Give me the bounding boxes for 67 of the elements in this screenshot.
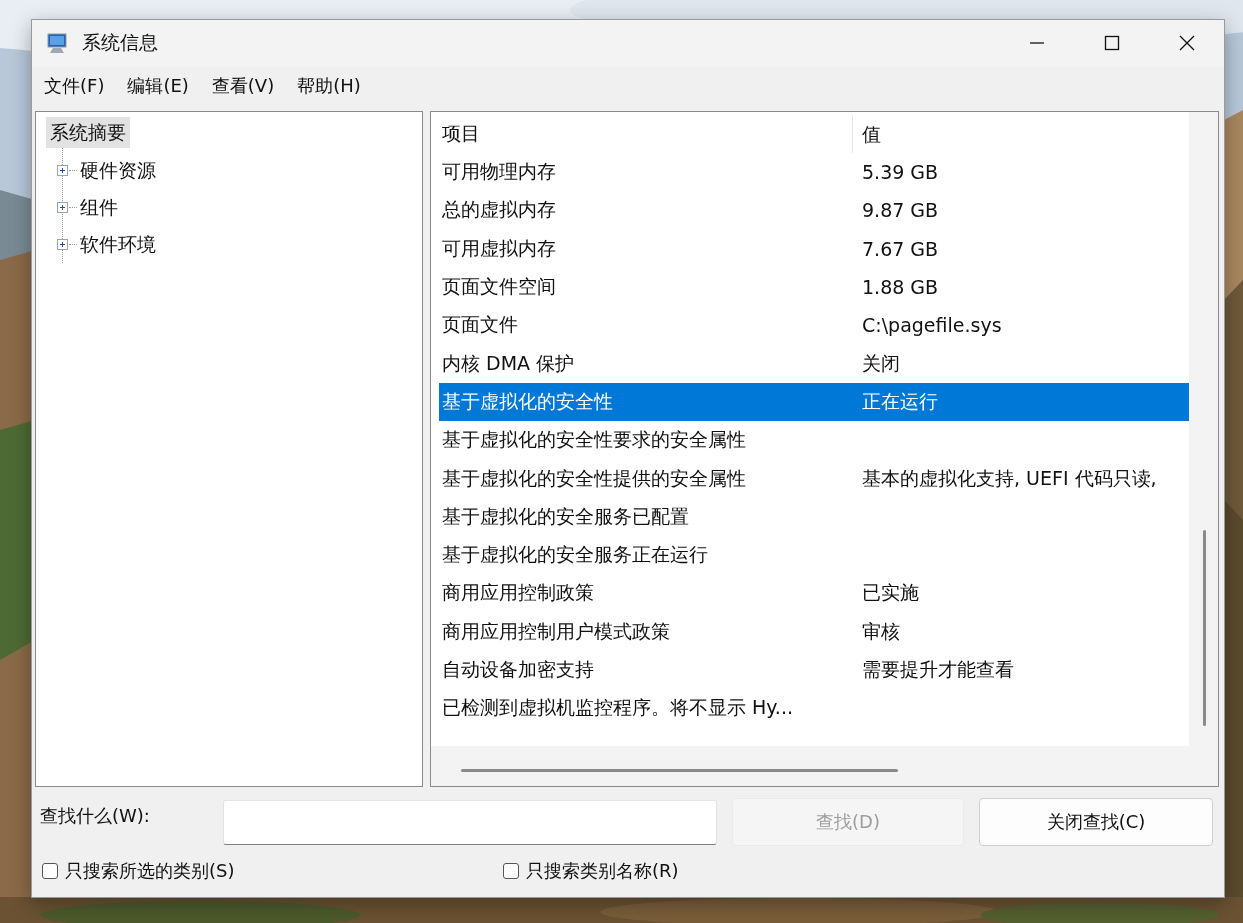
expand-icon[interactable] — [57, 165, 68, 176]
table-cell-text: 页面文件 — [441, 312, 519, 338]
table-cell-text: 基于虚拟化的安全性提供的安全属性 — [441, 465, 747, 491]
column-header[interactable]: 项目 — [439, 121, 852, 147]
table-row[interactable]: 商用应用控制用户模式政策 审核 — [439, 612, 1189, 651]
table-cell-text: 可用物理内存 — [441, 159, 557, 185]
table-row[interactable]: 基于虚拟化的安全服务已配置 — [439, 497, 1189, 536]
window-title: 系统信息 — [82, 30, 159, 55]
table-cell-text: 需要提升才能查看 — [861, 657, 1014, 682]
search-field[interactable] — [223, 799, 717, 845]
table-cell-text: 1.88 GB — [861, 276, 939, 299]
table-cell-text: 5.39 GB — [861, 161, 939, 184]
table-row[interactable]: 基于虚拟化的安全性提供的安全属性 基本的虚拟化支持, UEFI 代码只读, — [439, 459, 1189, 498]
table-cell-text: 基本的虚拟化支持, UEFI 代码只读, — [861, 465, 1157, 491]
column-header[interactable]: 值 — [852, 115, 881, 153]
scrollbar-thumb[interactable] — [1203, 530, 1206, 726]
table-cell-text: 7.67 GB — [861, 237, 939, 260]
checkbox-label[interactable]: 只搜索类别名称(R) — [526, 859, 679, 883]
table-row[interactable]: 页面文件空间 1.88 GB — [439, 267, 1189, 307]
table-row[interactable]: 可用虚拟内存 7.67 GB — [439, 229, 1189, 268]
expand-icon[interactable] — [57, 239, 68, 250]
table-cell-text: 已实施 — [861, 580, 919, 606]
checkbox-label[interactable]: 只搜索所选的类别(S) — [65, 859, 235, 883]
table-cell-text: 基于虚拟化的安全性要求的安全属性 — [441, 427, 747, 453]
table-cell-text: 审核 — [861, 618, 900, 644]
table-cell-text: 商用应用控制用户模式政策 — [441, 618, 671, 644]
expand-icon[interactable] — [57, 202, 68, 213]
menu-item[interactable]: 文件(F) — [32, 74, 117, 98]
computer-icon — [46, 31, 70, 55]
table-cell-text: 已检测到虚拟机监控程序。将不显示 Hy... — [441, 695, 794, 721]
table-cell-text: 正在运行 — [861, 388, 938, 414]
table-cell-text: 总的虚拟内存 — [441, 197, 557, 223]
table-row[interactable]: 自动设备加密支持 需要提升才能查看 — [439, 650, 1189, 690]
menu-item[interactable]: 编辑(E) — [116, 74, 201, 98]
table-cell-text: 商用应用控制政策 — [441, 580, 595, 606]
checkbox[interactable] — [503, 863, 519, 879]
table-cell-text: 基于虚拟化的安全性 — [441, 388, 614, 414]
table-cell-text: C:\pagefile.sys — [861, 314, 1002, 337]
checkbox[interactable] — [42, 863, 58, 879]
table-cell-text: 基于虚拟化的安全服务已配置 — [441, 503, 690, 529]
table-cell-text: 内核 DMA 保护 — [441, 350, 576, 376]
maximize-icon[interactable] — [1103, 35, 1120, 51]
table-cell-text: 关闭 — [861, 350, 900, 376]
tree-item[interactable]: 硬件资源 — [80, 157, 156, 184]
table-cell-text: 9.87 GB — [861, 199, 939, 222]
table-cell-text: 页面文件空间 — [441, 274, 557, 300]
table-row[interactable]: 已检测到虚拟机监控程序。将不显示 Hy... — [439, 689, 1189, 728]
tree-item[interactable]: 系统摘要 — [46, 117, 130, 148]
field-label: 查找什么(W): — [40, 804, 151, 828]
table-cell-text: 自动设备加密支持 — [441, 657, 595, 682]
table-row[interactable]: 内核 DMA 保护 关闭 — [439, 344, 1189, 383]
close-icon[interactable] — [1178, 35, 1195, 51]
table-row[interactable]: 基于虚拟化的安全服务正在运行 — [439, 535, 1189, 575]
tree-item[interactable]: 组件 — [80, 194, 118, 221]
table-cell-text: 基于虚拟化的安全服务正在运行 — [441, 542, 709, 568]
table-cell-text: 可用虚拟内存 — [441, 235, 557, 261]
menu-item[interactable]: 帮助(H) — [286, 74, 373, 98]
table-row[interactable]: 基于虚拟化的安全性 正在运行 — [439, 382, 1189, 422]
scrollbar-thumb[interactable] — [461, 769, 898, 772]
table-row[interactable]: 总的虚拟内存 9.87 GB — [439, 191, 1189, 230]
table-row[interactable]: 商用应用控制政策 已实施 — [439, 574, 1189, 613]
table-row[interactable]: 页面文件 C:\pagefile.sys — [439, 306, 1189, 345]
table-row[interactable]: 可用物理内存 5.39 GB — [439, 153, 1189, 192]
close-find-button[interactable]: 关闭查找(C) — [979, 798, 1213, 846]
tree-item[interactable]: 软件环境 — [80, 231, 156, 258]
menu-item[interactable]: 查看(V) — [200, 74, 287, 98]
table-row[interactable]: 基于虚拟化的安全性要求的安全属性 — [439, 421, 1189, 460]
